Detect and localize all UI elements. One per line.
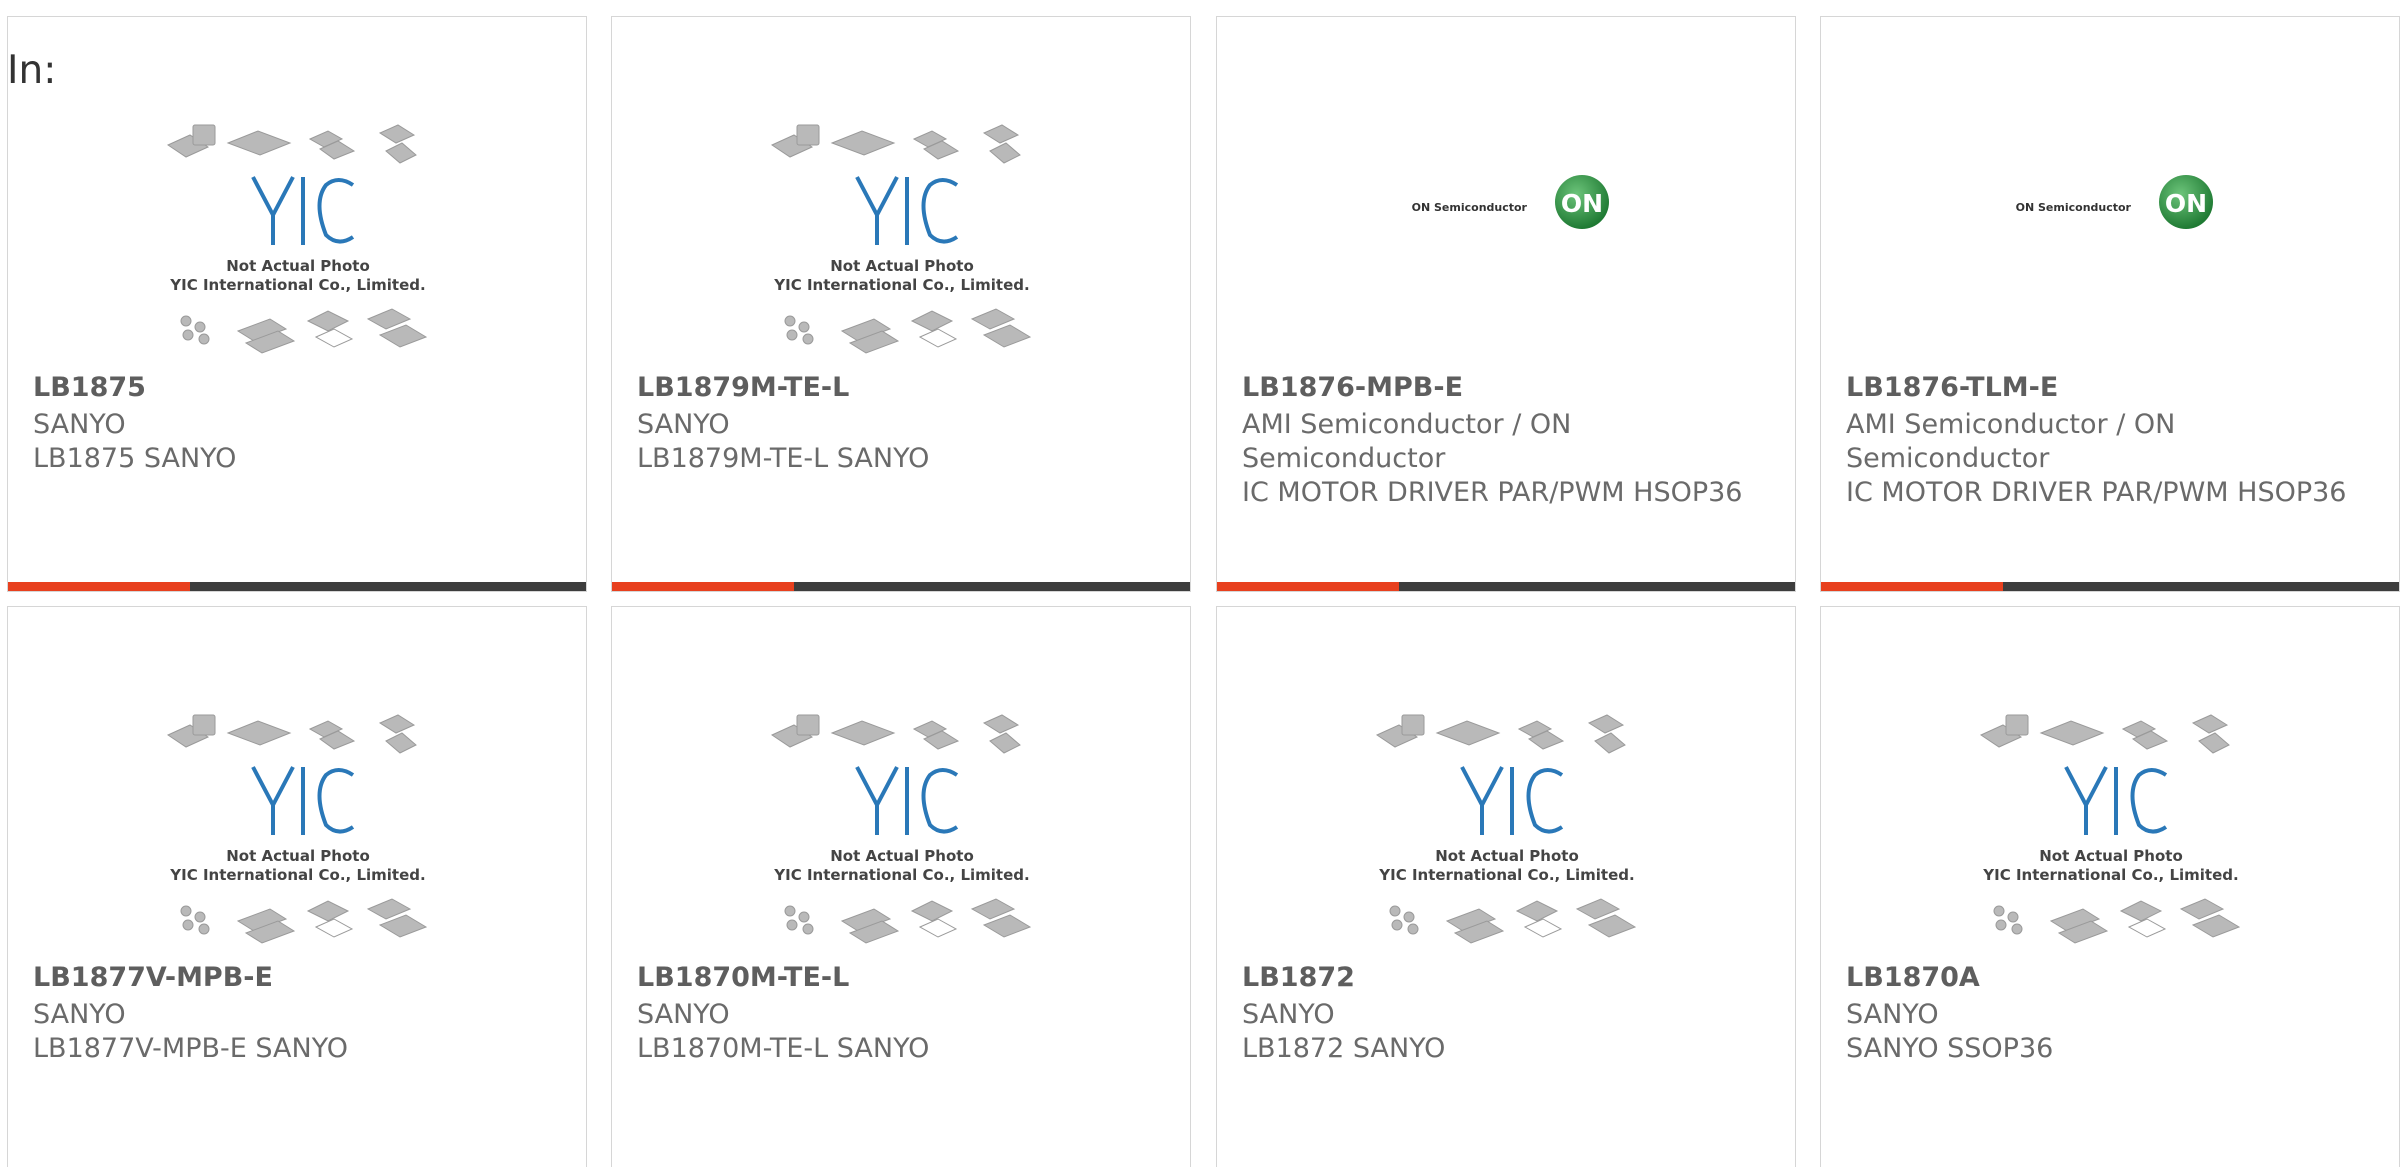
yic-placeholder-image: Not Actual Photo YIC International Co., … bbox=[1979, 714, 2241, 944]
on-semiconductor-logo: ON Semiconductor ON bbox=[1412, 175, 1609, 229]
svg-text:ON Semiconductor: ON Semiconductor bbox=[1412, 201, 1528, 214]
part-number[interactable]: LB1872 bbox=[1242, 962, 1355, 993]
description-text: IC MOTOR DRIVER PAR/PWM HSOP36 bbox=[1846, 477, 2347, 508]
svg-text:YIC International Co., Limited: YIC International Co., Limited. bbox=[1982, 866, 2238, 884]
manufacturer: SANYO bbox=[33, 409, 126, 440]
yic-placeholder-image: Not Actual Photo YIC International Co., … bbox=[770, 714, 1032, 944]
description-text: LB1877V-MPB-E SANYO bbox=[33, 1033, 348, 1064]
description-text: LB1872 SANYO bbox=[1242, 1033, 1446, 1064]
part-number[interactable]: LB1870M-TE-L bbox=[637, 962, 849, 993]
yic-placeholder-image: Not Actual Photo YIC International Co., … bbox=[1375, 714, 1637, 944]
product-image[interactable]: Not Actual Photo YIC International Co., … bbox=[612, 107, 1190, 357]
in-label: In: bbox=[7, 48, 57, 93]
description-text: SANYO SSOP36 bbox=[1846, 1033, 2054, 1064]
product-description: AMI Semiconductor / ON Semiconductor IC M… bbox=[1846, 408, 2386, 510]
card-accent-bar bbox=[8, 582, 586, 591]
product-card[interactable]: Not Actual Photo YIC International Co., … bbox=[1820, 606, 2400, 1167]
svg-text:Not Actual Photo: Not Actual Photo bbox=[2039, 847, 2183, 865]
svg-text:YIC International Co., Limited: YIC International Co., Limited. bbox=[773, 866, 1029, 884]
svg-text:YIC International Co., Limited: YIC International Co., Limited. bbox=[169, 866, 425, 884]
svg-text:Not Actual Photo: Not Actual Photo bbox=[830, 257, 974, 275]
on-semiconductor-logo: ON Semiconductor ON bbox=[2016, 175, 2213, 229]
yic-placeholder-image: Not Actual Photo YIC International Co., … bbox=[166, 714, 428, 944]
svg-text:Not Actual Photo: Not Actual Photo bbox=[1435, 847, 1579, 865]
product-description: SANYO LB1877V-MPB-E SANYO bbox=[33, 998, 573, 1066]
product-image[interactable]: Not Actual Photo YIC International Co., … bbox=[612, 697, 1190, 947]
description-text: LB1870M-TE-L SANYO bbox=[637, 1033, 930, 1064]
card-accent-bar bbox=[612, 582, 1190, 591]
product-description: SANYO LB1870M-TE-L SANYO bbox=[637, 998, 1177, 1066]
description-text: IC MOTOR DRIVER PAR/PWM HSOP36 bbox=[1242, 477, 1743, 508]
product-image[interactable]: ON Semiconductor ON bbox=[1217, 167, 1795, 237]
product-description: SANYO SANYO SSOP36 bbox=[1846, 998, 2386, 1066]
part-number[interactable]: LB1870A bbox=[1846, 962, 1980, 993]
product-description: SANYO LB1875 SANYO bbox=[33, 408, 573, 476]
svg-text:Not Actual Photo: Not Actual Photo bbox=[226, 847, 370, 865]
svg-text:ON Semiconductor: ON Semiconductor bbox=[2016, 201, 2132, 214]
part-number[interactable]: LB1876-TLM-E bbox=[1846, 372, 2058, 403]
svg-text:YIC International Co., Limited: YIC International Co., Limited. bbox=[773, 276, 1029, 294]
part-number[interactable]: LB1877V-MPB-E bbox=[33, 962, 273, 993]
manufacturer: SANYO bbox=[637, 409, 730, 440]
product-image[interactable]: Not Actual Photo YIC International Co., … bbox=[1217, 697, 1795, 947]
product-card[interactable]: Not Actual Photo YIC International Co., … bbox=[611, 16, 1191, 592]
manufacturer: AMI Semiconductor / ON Semiconductor bbox=[1242, 409, 1572, 474]
yic-placeholder-image: Not Actual Photo YIC International Co., … bbox=[770, 124, 1032, 354]
product-card[interactable]: Not Actual Photo YIC International Co., … bbox=[1216, 606, 1796, 1167]
product-card[interactable]: ON Semiconductor ON LB1876-MPB-E AMI Semi… bbox=[1216, 16, 1796, 592]
part-number[interactable]: LB1875 bbox=[33, 372, 146, 403]
product-card[interactable]: Not Actual Photo YIC International Co., … bbox=[7, 606, 587, 1167]
card-accent-bar bbox=[1217, 582, 1795, 591]
product-description: SANYO LB1872 SANYO bbox=[1242, 998, 1782, 1066]
card-accent-bar bbox=[1821, 582, 2399, 591]
svg-text:ON: ON bbox=[1561, 189, 1603, 218]
manufacturer: SANYO bbox=[1242, 999, 1335, 1030]
description-text: LB1879M-TE-L SANYO bbox=[637, 443, 930, 474]
part-number[interactable]: LB1876-MPB-E bbox=[1242, 372, 1463, 403]
product-card[interactable]: Not Actual Photo YIC International Co., … bbox=[611, 606, 1191, 1167]
svg-text:YIC International Co., Limited: YIC International Co., Limited. bbox=[169, 276, 425, 294]
product-image[interactable]: Not Actual Photo YIC International Co., … bbox=[1821, 697, 2399, 947]
svg-text:Not Actual Photo: Not Actual Photo bbox=[830, 847, 974, 865]
product-card[interactable]: ON Semiconductor ON LB1876-TLM-E AMI Semi… bbox=[1820, 16, 2400, 592]
yic-placeholder-image: Not Actual Photo YIC International Co., … bbox=[166, 124, 428, 354]
svg-text:ON: ON bbox=[2165, 189, 2207, 218]
product-description: AMI Semiconductor / ON Semiconductor IC M… bbox=[1242, 408, 1782, 510]
product-card[interactable]: Not Actual Photo YIC International Co., … bbox=[7, 16, 587, 592]
product-image[interactable]: Not Actual Photo YIC International Co., … bbox=[8, 697, 586, 947]
manufacturer: AMI Semiconductor / ON Semiconductor bbox=[1846, 409, 2176, 474]
part-number[interactable]: LB1879M-TE-L bbox=[637, 372, 849, 403]
product-image[interactable]: Not Actual Photo YIC International Co., … bbox=[8, 107, 586, 357]
manufacturer: SANYO bbox=[1846, 999, 1939, 1030]
manufacturer: SANYO bbox=[637, 999, 730, 1030]
manufacturer: SANYO bbox=[33, 999, 126, 1030]
description-text: LB1875 SANYO bbox=[33, 443, 237, 474]
svg-text:Not Actual Photo: Not Actual Photo bbox=[226, 257, 370, 275]
product-description: SANYO LB1879M-TE-L SANYO bbox=[637, 408, 1177, 476]
svg-text:YIC International Co., Limited: YIC International Co., Limited. bbox=[1378, 866, 1634, 884]
product-image[interactable]: ON Semiconductor ON bbox=[1821, 167, 2399, 237]
